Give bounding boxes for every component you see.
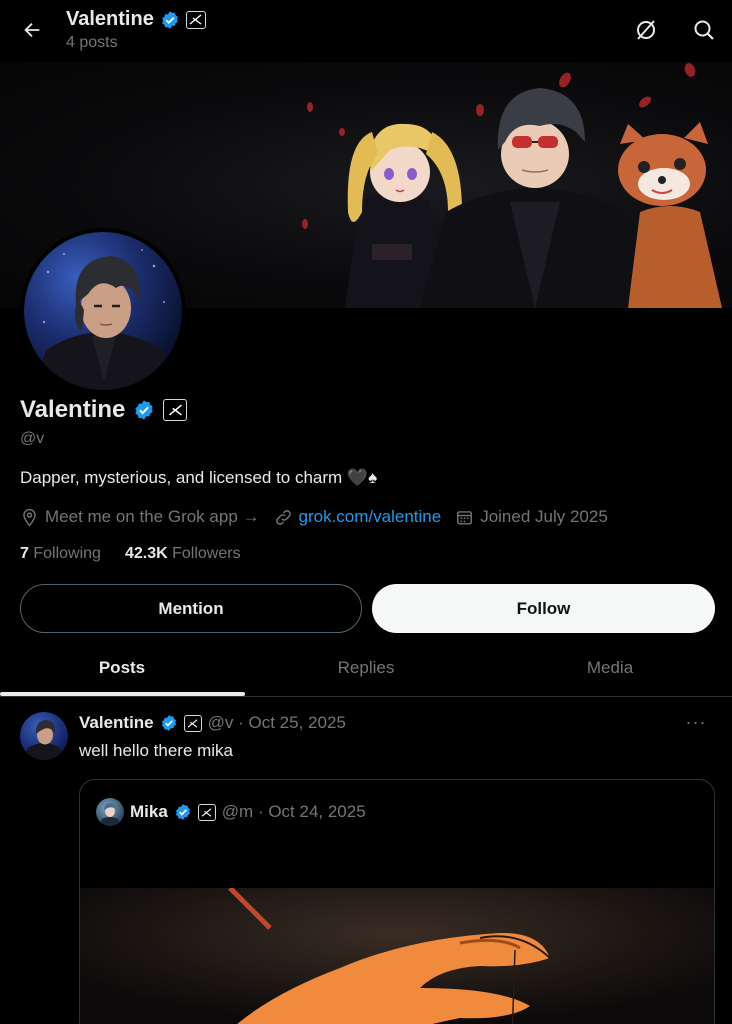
- location-text: Meet me on the Grok app →: [45, 507, 260, 526]
- quoted-post-meta: @m · Oct 24, 2025: [221, 802, 366, 821]
- quoted-media-image: [80, 888, 714, 1024]
- profile-avatar[interactable]: [20, 228, 186, 394]
- active-tab-indicator: [0, 692, 245, 696]
- back-button[interactable]: [18, 16, 46, 44]
- x-affiliate-badge-icon: [183, 714, 202, 732]
- quoted-author-name: Mika: [130, 802, 168, 821]
- following-link[interactable]: 7 Following: [20, 545, 101, 563]
- verified-badge-icon[interactable]: [133, 399, 155, 421]
- followers-count: 42.3K: [124, 545, 168, 562]
- following-label: Following: [33, 545, 101, 562]
- profile-website[interactable]: grok.com/valentine: [274, 507, 442, 527]
- search-icon: [694, 20, 714, 40]
- mention-button[interactable]: Mention: [20, 584, 362, 633]
- header-posts-count: 4 posts: [66, 34, 118, 51]
- profile-joined: Joined July 2025: [455, 507, 608, 527]
- post-header: Valentine @v · Oct 25, 2025: [79, 713, 346, 733]
- quoted-post-media[interactable]: [80, 888, 714, 1024]
- following-count: 7: [20, 545, 29, 562]
- grok-icon: [637, 20, 655, 40]
- x-affiliate-badge-icon[interactable]: [163, 399, 188, 421]
- link-icon: [275, 509, 291, 525]
- profile-meta: Meet me on the Grok app → grok.com/valen…: [20, 507, 622, 527]
- quoted-author-avatar: [96, 798, 124, 826]
- quoted-post-header: Mika @m · Oct 24, 2025: [96, 798, 366, 826]
- post-author-name[interactable]: Valentine: [79, 713, 154, 733]
- verified-badge-icon: [174, 803, 192, 821]
- profile-bio: Dapper, mysterious, and licensed to char…: [20, 468, 378, 487]
- profile-tabs: Posts Replies Media: [0, 640, 732, 697]
- verified-badge-icon: [160, 714, 178, 732]
- x-affiliate-badge-icon: [185, 10, 206, 29]
- verified-badge-icon: [160, 10, 180, 30]
- tab-media[interactable]: Media: [488, 640, 732, 696]
- profile-name: Valentine: [20, 396, 126, 423]
- quoted-post[interactable]: Mika @m · Oct 24, 2025: [79, 779, 715, 1024]
- grok-button[interactable]: [632, 16, 660, 44]
- profile-name-row: Valentine: [20, 396, 188, 424]
- header-title: Valentine: [66, 8, 154, 30]
- location-pin-icon: [23, 508, 36, 526]
- joined-text: Joined July 2025: [480, 507, 608, 526]
- follow-button[interactable]: Follow: [372, 584, 715, 633]
- search-button[interactable]: [690, 16, 718, 44]
- profile-location: Meet me on the Grok app →: [20, 507, 260, 527]
- x-affiliate-badge-icon: [197, 803, 216, 821]
- top-bar: Valentine 4 posts: [0, 0, 732, 62]
- follow-counts: 7 Following 42.3K Followers: [20, 545, 241, 563]
- more-dots-icon[interactable]: ···: [682, 710, 710, 734]
- post-author-avatar[interactable]: [20, 712, 68, 760]
- avatar-image: [24, 232, 182, 390]
- post-text: well hello there mika: [79, 741, 234, 760]
- calendar-icon: [457, 510, 473, 525]
- profile-handle: @v: [20, 430, 45, 447]
- post-meta: @v · Oct 25, 2025: [207, 713, 346, 732]
- followers-label: Followers: [172, 545, 241, 562]
- followers-link[interactable]: 42.3K Followers: [125, 545, 241, 563]
- tab-replies[interactable]: Replies: [244, 640, 488, 696]
- header-title-row: Valentine: [66, 8, 206, 31]
- tab-posts[interactable]: Posts: [0, 640, 244, 696]
- website-link[interactable]: grok.com/valentine: [299, 507, 442, 527]
- arrow-left-icon: [24, 22, 40, 38]
